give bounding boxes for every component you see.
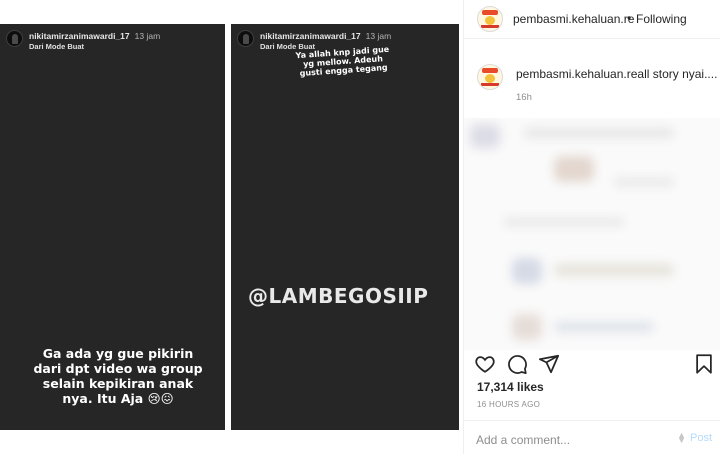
post-button[interactable]: Post bbox=[690, 432, 712, 444]
story-caption: Ga ada yg gue pikirin dari dpt video wa … bbox=[33, 346, 203, 406]
loading-icon: ▲ ▼ bbox=[677, 430, 686, 445]
post-actions bbox=[464, 350, 720, 376]
heart-icon[interactable] bbox=[474, 353, 496, 375]
post-sidebar: pembasmi.kehaluan.re • Following pembasm… bbox=[463, 0, 720, 454]
share-icon[interactable] bbox=[538, 353, 560, 375]
story-screenshot-2: nikitamirzanimawardi_17 13 jam Dari Mode … bbox=[231, 24, 459, 430]
comment-input[interactable]: Add a comment... bbox=[476, 433, 570, 447]
add-comment-bar: Add a comment... ▲ ▼ Post bbox=[464, 420, 720, 455]
story-avatar bbox=[6, 30, 23, 47]
story-time: 13 jam bbox=[134, 31, 161, 41]
story-avatar bbox=[237, 30, 254, 47]
account-avatar[interactable] bbox=[477, 6, 503, 32]
story-username: nikitamirzanimawardi_17 bbox=[260, 31, 361, 41]
story-username: nikitamirzanimawardi_17 bbox=[29, 31, 130, 41]
comment-text: story nyai.... bbox=[652, 67, 718, 81]
watermark: @LAMBEGOSIIP bbox=[248, 284, 429, 308]
comment-age: 16h bbox=[516, 92, 532, 103]
like-count[interactable]: 17,314 likes bbox=[477, 380, 544, 394]
comment-icon[interactable] bbox=[506, 353, 528, 375]
blurred-comments bbox=[464, 118, 720, 350]
post-timestamp[interactable]: 16 HOURS AGO bbox=[477, 400, 540, 409]
story-header: nikitamirzanimawardi_17 13 jam Dari Mode … bbox=[6, 30, 160, 52]
story-time: 13 jam bbox=[365, 31, 392, 41]
story-caption: Ya allah knp jadi gue yg mellow. Adeuh g… bbox=[295, 44, 390, 79]
separator-dot: • bbox=[627, 11, 632, 25]
post-media[interactable]: nikitamirzanimawardi_17 13 jam Dari Mode … bbox=[0, 0, 463, 454]
following-button[interactable]: Following bbox=[636, 12, 687, 26]
comment-avatar[interactable] bbox=[477, 64, 503, 90]
account-username[interactable]: pembasmi.kehaluan.re bbox=[513, 12, 634, 26]
post-header: pembasmi.kehaluan.re • Following bbox=[464, 0, 720, 39]
bookmark-icon[interactable] bbox=[693, 353, 715, 375]
comment-username[interactable]: pembasmi.kehaluan.reall bbox=[516, 67, 649, 81]
story-mode: Dari Mode Buat bbox=[29, 42, 85, 51]
story-screenshot-1: nikitamirzanimawardi_17 13 jam Dari Mode … bbox=[0, 24, 225, 430]
